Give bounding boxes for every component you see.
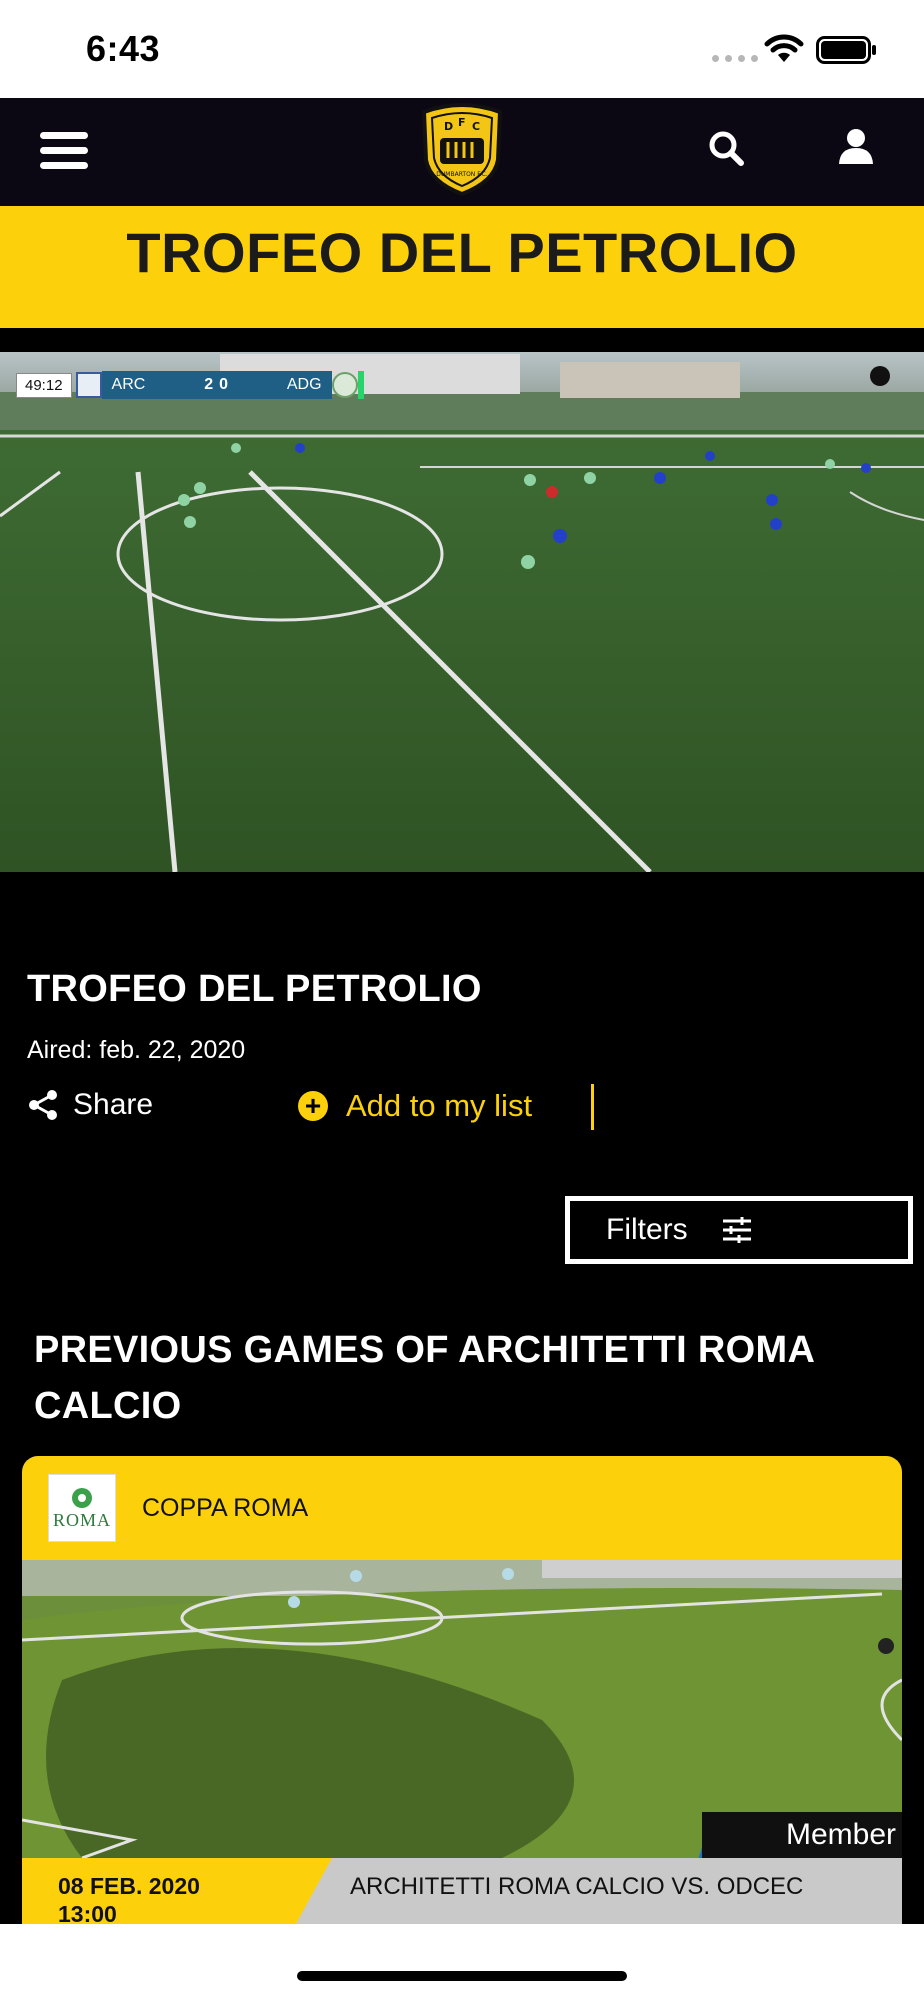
scoreboard-accent (357, 371, 364, 399)
add-to-my-list-button[interactable]: + Add to my list (298, 1088, 532, 1124)
video-scoreboard: 49:12 ARC 2 0 ADG (16, 370, 364, 400)
svg-text:D: D (444, 120, 453, 133)
soccer-ball-icon (72, 1487, 92, 1508)
club-logo[interactable]: D F C DUMBARTON F.C. (418, 102, 506, 198)
hamburger-menu-icon[interactable] (40, 132, 88, 172)
away-team-crest-icon (331, 372, 358, 398)
add-to-list-label: Add to my list (346, 1088, 533, 1123)
game-time: 13:00 (58, 1901, 117, 1926)
signal-icon (712, 55, 758, 62)
plus-circle-icon: + (298, 1091, 328, 1121)
user-profile-icon[interactable] (836, 126, 876, 166)
action-divider (591, 1084, 594, 1130)
status-bar: 6:43 (0, 0, 924, 98)
svg-text:DUMBARTON F.C.: DUMBARTON F.C. (436, 171, 488, 178)
top-navbar: D F C DUMBARTON F.C. (0, 98, 924, 206)
away-team-code: ADG (286, 376, 322, 393)
svg-text:C: C (472, 120, 480, 133)
filters-label: Filters (606, 1213, 688, 1246)
svg-text:F: F (458, 116, 466, 129)
match-clock: 49:12 (16, 372, 72, 398)
battery-icon (816, 36, 876, 64)
away-score: 0 (219, 376, 228, 393)
aired-date: Aired: feb. 22, 2020 (27, 1036, 246, 1064)
game-match-name: ARCHITETTI ROMA CALCIO VS. ODCEC (350, 1873, 804, 1900)
page-title-banner: TROFEO DEL PETROLIO (0, 206, 924, 328)
video-frame (0, 352, 924, 872)
sliders-icon (722, 1217, 751, 1243)
page-title: TROFEO DEL PETROLIO (126, 221, 798, 284)
home-indicator[interactable] (297, 1971, 627, 1981)
previous-games-heading: PREVIOUS GAMES OF ARCHITETTI ROMA CALCIO (34, 1329, 814, 1427)
score-bar: ARC 2 0 ADG (101, 371, 332, 399)
score: 2 0 (204, 376, 228, 394)
game-date: 08 FEB. 2020 (58, 1873, 200, 1899)
competition-logo: ROMA (48, 1474, 116, 1542)
home-team-crest-icon (75, 372, 102, 398)
game-thumbnail[interactable]: Member (22, 1560, 902, 1858)
search-icon[interactable] (706, 128, 746, 168)
game-card-header: ROMA COPPA ROMA (22, 1456, 902, 1560)
home-team-code: ARC (111, 376, 146, 393)
wifi-icon (764, 34, 804, 62)
game-card-footer: 08 FEB. 2020 13:00 ARCHITETTI ROMA CALCI… (22, 1858, 902, 1926)
share-icon (29, 1090, 57, 1120)
game-date-box: 08 FEB. 2020 13:00 (22, 1858, 332, 1926)
home-score: 2 (204, 376, 214, 393)
share-label: Share (73, 1088, 154, 1121)
competition-logo-text: ROMA (52, 1509, 111, 1530)
member-badge: Member (702, 1812, 902, 1858)
filters-button[interactable]: Filters (565, 1196, 913, 1264)
competition-name: COPPA ROMA (142, 1493, 309, 1522)
game-card[interactable]: ROMA COPPA ROMA Member 08 FEB. 2020 13:0… (22, 1456, 902, 1926)
status-time: 6:43 (86, 28, 161, 69)
share-button[interactable]: Share (27, 1088, 153, 1122)
home-indicator-area (0, 1924, 924, 2000)
match-title: TROFEO DEL PETROLIO (27, 968, 482, 1010)
video-player[interactable]: 49:12 ARC 2 0 ADG (0, 352, 924, 872)
